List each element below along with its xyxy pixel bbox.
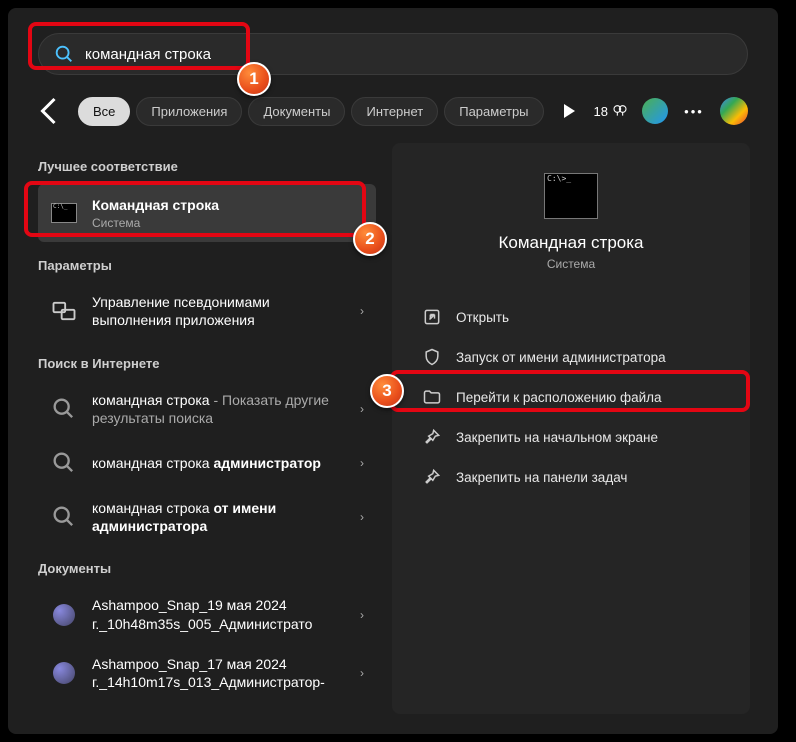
shield-icon	[422, 347, 442, 367]
action-open-location[interactable]: Перейти к расположению файла	[414, 377, 728, 417]
search-input[interactable]	[85, 46, 733, 63]
chevron-right-icon: ›	[360, 456, 364, 470]
best-match-sub: Система	[92, 216, 364, 230]
folder-icon	[422, 387, 442, 407]
rewards-counter[interactable]: 18	[594, 103, 628, 119]
section-best-match: Лучшее соответствие	[38, 159, 376, 174]
user-avatar[interactable]	[642, 98, 668, 124]
action-admin-label: Запуск от имени администратора	[456, 350, 666, 365]
alias-icon	[50, 297, 78, 325]
action-pin-start-label: Закрепить на начальном экране	[456, 430, 658, 445]
rewards-count: 18	[594, 104, 608, 119]
pin-icon	[422, 427, 442, 447]
back-button[interactable]	[32, 93, 68, 129]
search-icon	[53, 43, 75, 65]
search-icon	[50, 395, 78, 423]
image-file-icon	[50, 601, 78, 629]
action-pin-taskbar-label: Закрепить на панели задач	[456, 470, 627, 485]
callout-2: 2	[353, 222, 387, 256]
cmd-icon	[50, 199, 78, 227]
image-file-icon	[50, 659, 78, 687]
action-pin-taskbar[interactable]: Закрепить на панели задач	[414, 457, 728, 497]
tab-web[interactable]: Интернет	[351, 97, 438, 126]
action-location-label: Перейти к расположению файла	[456, 390, 662, 405]
action-open[interactable]: Открыть	[414, 297, 728, 337]
tab-apps[interactable]: Приложения	[136, 97, 242, 126]
action-pin-start[interactable]: Закрепить на начальном экране	[414, 417, 728, 457]
section-settings: Параметры	[38, 258, 376, 273]
section-web: Поиск в Интернете	[38, 356, 376, 371]
best-match-item[interactable]: Командная строка Система	[38, 184, 376, 242]
chevron-right-icon: ›	[360, 510, 364, 524]
settings-item[interactable]: Управление псевдонимами выполнения прило…	[38, 283, 376, 339]
settings-item-title: Управление псевдонимами выполнения прило…	[92, 293, 352, 329]
more-icon[interactable]: •••	[682, 99, 706, 123]
web-item-0[interactable]: командная строка - Показать другие резул…	[38, 381, 376, 437]
search-icon	[50, 503, 78, 531]
section-docs: Документы	[38, 561, 376, 576]
toolbar-right: 18 •••	[556, 97, 748, 125]
web-item-2[interactable]: командная строка от имени администратора…	[38, 489, 376, 545]
tab-docs[interactable]: Документы	[248, 97, 345, 126]
preview-app-icon	[544, 173, 598, 219]
preview-sub: Система	[414, 257, 728, 271]
pin-icon	[422, 467, 442, 487]
filter-chips: Все Приложения Документы Интернет Параме…	[78, 97, 544, 126]
callout-1: 1	[237, 62, 271, 96]
chevron-right-icon: ›	[360, 402, 364, 416]
tab-settings[interactable]: Параметры	[444, 97, 543, 126]
toolbar: Все Приложения Документы Интернет Параме…	[8, 87, 778, 139]
chevron-right-icon: ›	[360, 304, 364, 318]
web-item-1[interactable]: командная строка администратор ›	[38, 439, 376, 487]
open-icon	[422, 307, 442, 327]
best-match-title: Командная строка	[92, 197, 219, 213]
results-panel: Лучшее соответствие Командная строка Сис…	[8, 139, 388, 734]
chevron-right-icon: ›	[360, 666, 364, 680]
tab-all[interactable]: Все	[78, 97, 130, 126]
doc-item-0[interactable]: Ashampoo_Snap_19 мая 2024 г._10h48m35s_0…	[38, 586, 376, 642]
action-run-as-admin[interactable]: Запуск от имени администратора	[414, 337, 728, 377]
preview-title: Командная строка	[414, 233, 728, 253]
chevron-right-icon: ›	[360, 608, 364, 622]
copilot-icon[interactable]	[720, 97, 748, 125]
search-window: Все Приложения Документы Интернет Параме…	[8, 8, 778, 734]
callout-3: 3	[370, 374, 404, 408]
more-filters-icon[interactable]	[556, 99, 580, 123]
search-bar[interactable]	[38, 33, 748, 75]
search-icon	[50, 449, 78, 477]
doc-item-1[interactable]: Ashampoo_Snap_17 мая 2024 г._14h10m17s_0…	[38, 645, 376, 701]
action-open-label: Открыть	[456, 310, 509, 325]
preview-panel: Командная строка Система Открыть Запуск …	[392, 143, 750, 714]
